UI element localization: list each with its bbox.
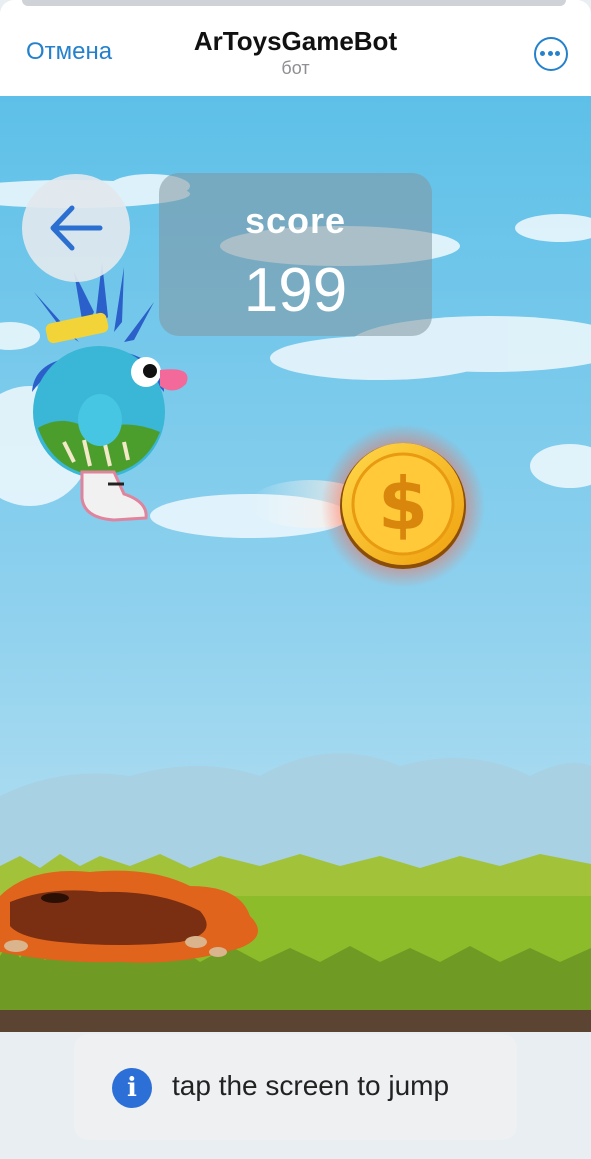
hint-toast: i tap the screen to jump: [74, 1034, 517, 1140]
info-icon: i: [112, 1068, 152, 1108]
score-label: score: [244, 200, 347, 241]
score-value: 199: [243, 256, 348, 325]
svg-text:$: $: [378, 462, 428, 546]
bot-subtitle: бот: [281, 58, 310, 78]
more-options-icon[interactable]: [534, 37, 568, 71]
bot-title: ArToysGameBot: [193, 26, 398, 56]
score-panel: score 199: [159, 173, 432, 336]
hint-text: tap the screen to jump: [172, 1070, 450, 1101]
dollar-coin-icon: $: [321, 424, 485, 588]
back-button[interactable]: [22, 174, 130, 282]
arrow-left-icon: [50, 205, 103, 251]
top-bar: Отмена ArToysGameBot бот: [0, 0, 591, 96]
sheet-grabber[interactable]: [22, 0, 566, 6]
game-canvas[interactable]: $ score 199: [0, 96, 591, 1032]
